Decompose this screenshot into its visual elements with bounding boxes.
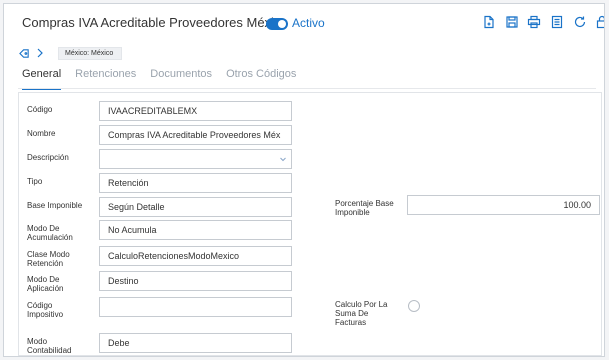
nombre-field[interactable]: Compras IVA Acreditable Proveedores Méx (99, 125, 292, 145)
codigo-impositivo-label-line2: Impositivo (27, 310, 64, 319)
new-document-icon[interactable] (480, 13, 498, 31)
descripcion-select[interactable] (99, 149, 292, 169)
breadcrumb: México: México (18, 45, 123, 61)
modo-contabilidad-field[interactable]: Debe (99, 333, 292, 353)
calculo-suma-label-line3: Facturas (335, 318, 367, 327)
base-imponible-label: Base Imponible (27, 201, 83, 210)
chevron-right-icon (34, 47, 46, 59)
print-icon[interactable] (525, 13, 543, 31)
modo-aplicacion-label-line1: Modo De (27, 275, 60, 284)
header: Compras IVA Acreditable Proveedores Méxi… (4, 4, 604, 42)
chevron-down-icon (280, 157, 286, 162)
calculo-suma-radio[interactable] (408, 300, 420, 312)
tab-retenciones[interactable]: Retenciones (75, 68, 136, 90)
clase-modo-retencion-field[interactable]: CalculoRetencionesModoMexico (99, 246, 292, 266)
codigo-field[interactable]: IVAACREDITABLEMX (99, 101, 292, 121)
general-form: Código IVAACREDITABLEMX Nombre Compras I… (18, 92, 602, 356)
active-toggle[interactable] (266, 18, 288, 30)
modo-acumulacion-field[interactable]: No Acumula (99, 220, 292, 240)
calculo-suma-label-line2: Suma De (335, 309, 369, 318)
tabs-divider (18, 88, 596, 89)
lock-icon[interactable] (593, 13, 604, 31)
codigo-impositivo-label-line1: Código (27, 301, 53, 310)
tipo-field[interactable]: Retención (99, 173, 292, 193)
modo-acumulacion-label-line1: Modo De (27, 224, 60, 233)
tag-icon[interactable] (18, 47, 30, 59)
tab-otros-codigos[interactable]: Otros Códigos (226, 68, 296, 90)
page-title: Compras IVA Acreditable Proveedores Méxi… (22, 15, 288, 30)
porcentaje-label-line2: Imponible (335, 208, 370, 217)
tab-bar: General Retenciones Documentos Otros Cód… (22, 68, 296, 90)
porcentaje-label-line1: Porcentaje Base (335, 199, 394, 208)
codigo-impositivo-field[interactable] (99, 297, 292, 317)
save-icon[interactable] (503, 13, 521, 31)
list-icon[interactable] (548, 13, 566, 31)
modo-contabilidad-label-line1: Modo (27, 337, 48, 346)
refresh-icon[interactable] (571, 13, 589, 31)
base-imponible-field[interactable]: Según Detalle (99, 197, 292, 217)
clase-modo-retencion-label-line2: Retención (27, 259, 64, 268)
nombre-label: Nombre (27, 129, 56, 138)
app-window: Compras IVA Acreditable Proveedores Méxi… (3, 3, 605, 357)
codigo-label: Código (27, 105, 53, 114)
tipo-label: Tipo (27, 177, 43, 186)
porcentaje-field[interactable]: 100.00 (407, 195, 600, 215)
modo-aplicacion-field[interactable]: Destino (99, 271, 292, 291)
tab-documentos[interactable]: Documentos (150, 68, 212, 90)
active-status-label: Activo (292, 16, 325, 30)
modo-aplicacion-label-line2: Aplicación (27, 284, 64, 293)
tab-general[interactable]: General (22, 68, 62, 90)
breadcrumb-chip[interactable]: México: México (58, 46, 123, 60)
clase-modo-retencion-label-line1: Clase Modo (27, 250, 70, 259)
descripcion-label: Descripción (27, 153, 69, 162)
modo-acumulacion-label-line2: Acumulación (27, 233, 73, 242)
modo-contabilidad-label-line2: Contabilidad (27, 346, 72, 355)
calculo-suma-label-line1: Calculo Por La (335, 300, 388, 309)
